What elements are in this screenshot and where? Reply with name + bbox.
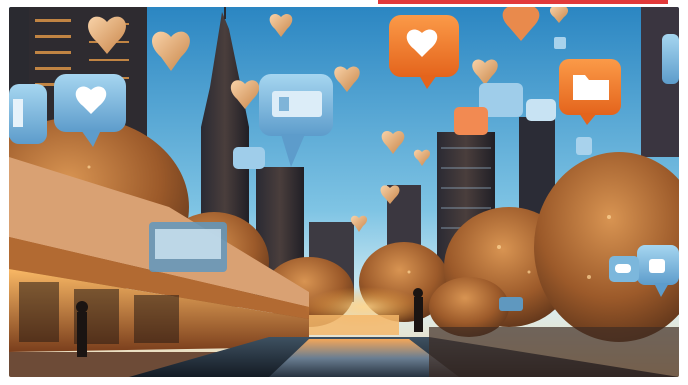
scene-svg — [9, 7, 679, 377]
city-social-media-scene — [9, 7, 679, 377]
small-chat-bubble-icon — [499, 297, 523, 311]
small-chat-bubble-icon — [454, 107, 488, 135]
chat-bubble-icon — [649, 259, 665, 273]
small-chat-bubble-icon — [526, 99, 556, 121]
image-bubble-left-edge — [9, 84, 47, 144]
small-chat-bubble-icon — [233, 147, 265, 169]
chat-bubble-icon — [662, 34, 679, 84]
top-accent-bar — [378, 0, 668, 4]
